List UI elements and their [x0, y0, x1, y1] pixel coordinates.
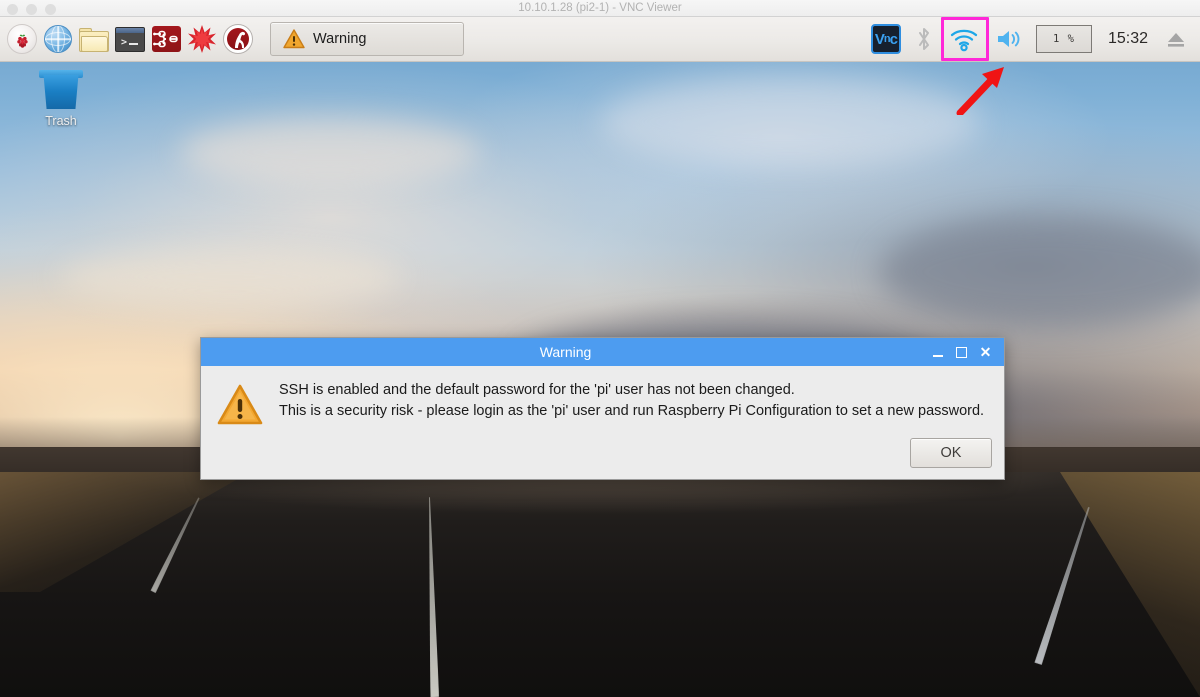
folder-icon: [79, 27, 109, 52]
launcher-mathematica[interactable]: [184, 21, 220, 57]
bluetooth-icon: [918, 28, 929, 50]
dialog-message-line2: This is a security risk - please login a…: [279, 403, 985, 419]
desktop-icon-label: Trash: [45, 114, 77, 128]
ok-button[interactable]: OK: [910, 438, 992, 468]
clock[interactable]: 15:32: [1098, 30, 1158, 48]
dialog-footer: OK: [201, 438, 1004, 479]
taskbar: > Warning V n c 1 % 15:32: [0, 17, 1200, 62]
taskbar-window-button-label: Warning: [313, 31, 367, 47]
warning-triangle-icon: [283, 29, 305, 49]
node-red-icon: [151, 26, 181, 52]
warning-dialog: Warning ✕ SSH is enabled and the default…: [200, 337, 1005, 480]
tray-bluetooth[interactable]: [908, 17, 940, 62]
warning-triangle-icon: [217, 384, 263, 425]
mathematica-icon-glyph: [188, 25, 216, 53]
cloud-shape: [880, 217, 1200, 327]
vnc-icon: Vnc: [870, 24, 901, 54]
launcher-wolfram[interactable]: [220, 21, 256, 57]
node-red-icon-glyph: [152, 30, 178, 48]
dialog-titlebar[interactable]: Warning ✕: [201, 338, 1004, 366]
cpu-usage-meter[interactable]: 1 %: [1035, 25, 1092, 53]
terminal-icon: >: [115, 26, 145, 52]
mathematica-icon: [188, 25, 216, 53]
host-window-title: 10.10.1.28 (pi2-1) - VNC Viewer: [518, 2, 682, 14]
tray-wifi[interactable]: [940, 17, 989, 62]
launcher-node-red[interactable]: [148, 21, 184, 57]
speaker-icon: [997, 31, 1020, 47]
globe-icon: [44, 25, 72, 53]
cloud-shape: [60, 247, 400, 307]
dialog-message: SSH is enabled and the default password …: [279, 380, 984, 438]
tray-vnc[interactable]: Vnc: [864, 17, 908, 62]
dialog-window-buttons: ✕: [930, 345, 1004, 360]
raspberry-icon-glyph: [17, 34, 28, 48]
cloud-shape: [600, 77, 980, 167]
screen: 10.10.1.28 (pi2-1) - VNC Viewer Trash > …: [0, 0, 1200, 697]
dialog-title: Warning: [539, 344, 592, 360]
launcher-terminal[interactable]: >: [112, 21, 148, 57]
taskbar-launchers: >: [0, 21, 256, 57]
remote-desktop: Trash > Warning V n c 1 % 15:32 Warning …: [0, 17, 1200, 697]
host-window-titlebar: 10.10.1.28 (pi2-1) - VNC Viewer: [0, 0, 1200, 17]
dialog-body: SSH is enabled and the default password …: [201, 366, 1004, 438]
launcher-raspberry-menu[interactable]: [4, 21, 40, 57]
wolfram-icon: [224, 25, 252, 53]
launcher-web-browser[interactable]: [40, 21, 76, 57]
eject-icon: [1168, 33, 1184, 47]
tray-volume[interactable]: [988, 17, 1030, 62]
dialog-minimize-button[interactable]: [930, 345, 945, 360]
wifi-icon: [950, 29, 978, 52]
system-tray: Vnc 1 % 15:32: [864, 17, 1200, 62]
cloud-shape: [180, 117, 480, 187]
dialog-message-line1: SSH is enabled and the default password …: [279, 382, 795, 398]
desktop-icon-trash[interactable]: Trash: [26, 67, 96, 128]
wolfram-icon-glyph: [235, 31, 246, 48]
launcher-file-manager[interactable]: [76, 21, 112, 57]
taskbar-window-button-warning[interactable]: Warning: [270, 22, 464, 56]
trash-icon: [39, 67, 83, 111]
tray-eject[interactable]: [1158, 17, 1194, 62]
raspberry-icon: [7, 24, 37, 54]
dialog-close-button[interactable]: ✕: [978, 345, 993, 360]
dialog-maximize-button[interactable]: [954, 345, 969, 360]
